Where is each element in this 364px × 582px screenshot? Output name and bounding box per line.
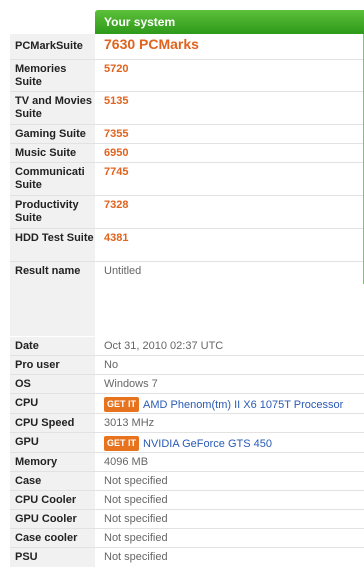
os-label: OS bbox=[10, 375, 95, 394]
row-cpu-speed: CPU Speed 3013 MHz bbox=[0, 414, 364, 433]
row-music: Music Suite 6950 bbox=[0, 144, 364, 163]
tv-movies-label: TV and Movies Suite bbox=[10, 92, 95, 125]
your-system-header: Your system bbox=[95, 10, 364, 34]
case-cooler-label: Case cooler bbox=[10, 529, 95, 548]
pcmark-score: 7630 PCMarks bbox=[95, 34, 364, 60]
cpu-speed-value: 3013 MHz bbox=[95, 414, 364, 433]
cpu-cooler-value: Not specified bbox=[95, 491, 364, 510]
row-date: Date Oct 31, 2010 02:37 UTC bbox=[0, 337, 364, 356]
productivity-score: 7328 bbox=[95, 196, 364, 229]
row-pcmark: PCMarkSuite 7630 PCMarks bbox=[0, 34, 364, 60]
memory-label: Memory bbox=[10, 453, 95, 472]
case-value: Not specified bbox=[95, 472, 364, 491]
row-productivity: Productivity Suite 7328 bbox=[0, 196, 364, 229]
gpu-label: GPU bbox=[10, 433, 95, 453]
hdd-label: HDD Test Suite bbox=[10, 229, 95, 262]
pcmark-label: PCMarkSuite bbox=[10, 34, 95, 60]
cpu-link[interactable]: AMD Phenom(tm) II X6 1075T Processor bbox=[143, 399, 343, 411]
date-value: Oct 31, 2010 02:37 UTC bbox=[95, 337, 364, 356]
cpu-get-it-button[interactable]: GET IT bbox=[104, 397, 139, 412]
row-cpu: CPU GET IT AMD Phenom(tm) II X6 1075T Pro… bbox=[0, 394, 364, 414]
music-label: Music Suite bbox=[10, 144, 95, 163]
row-case-cooler: Case cooler Not specified bbox=[0, 529, 364, 548]
case-label: Case bbox=[10, 472, 95, 491]
row-result-name: Result name Untitled bbox=[0, 262, 364, 286]
row-tv-movies: TV and Movies Suite 5135 bbox=[0, 92, 364, 125]
gaming-score: 7355 bbox=[95, 125, 364, 144]
row-memories: Memories Suite 5720 bbox=[0, 60, 364, 92]
communication-label: Communicati Suite bbox=[10, 163, 95, 196]
result-name-label: Result name bbox=[10, 262, 95, 286]
row-gpu: GPU GET IT NVIDIA GeForce GTS 450 bbox=[0, 433, 364, 453]
os-value: Windows 7 bbox=[95, 375, 364, 394]
cpu-label: CPU bbox=[10, 394, 95, 414]
row-cpu-cooler: CPU Cooler Not specified bbox=[0, 491, 364, 510]
case-cooler-value: Not specified bbox=[95, 529, 364, 548]
row-hdd: HDD Test Suite 4381 bbox=[0, 229, 364, 262]
cpu-cooler-label: CPU Cooler bbox=[10, 491, 95, 510]
pro-user-value: No bbox=[95, 356, 364, 375]
memory-value: 4096 MB bbox=[95, 453, 364, 472]
communication-score: 7745 bbox=[95, 163, 364, 196]
row-pro-user: Pro user No bbox=[0, 356, 364, 375]
row-case: Case Not specified bbox=[0, 472, 364, 491]
psu-value: Not specified bbox=[95, 548, 364, 567]
hdd-score: 4381 bbox=[95, 229, 364, 262]
gpu-cooler-label: GPU Cooler bbox=[10, 510, 95, 529]
memories-label: Memories Suite bbox=[10, 60, 95, 92]
cpu-speed-label: CPU Speed bbox=[10, 414, 95, 433]
productivity-label: Productivity Suite bbox=[10, 196, 95, 229]
date-label: Date bbox=[10, 337, 95, 356]
psu-label: PSU bbox=[10, 548, 95, 567]
row-memory: Memory 4096 MB bbox=[0, 453, 364, 472]
gaming-label: Gaming Suite bbox=[10, 125, 95, 144]
cpu-value-cell: GET IT AMD Phenom(tm) II X6 1075T Process… bbox=[95, 394, 364, 414]
row-os: OS Windows 7 bbox=[0, 375, 364, 394]
gpu-value-cell: GET IT NVIDIA GeForce GTS 450 bbox=[95, 433, 364, 453]
results-header: Your system bbox=[0, 10, 364, 34]
pro-user-label: Pro user bbox=[10, 356, 95, 375]
row-gpu-cooler: GPU Cooler Not specified bbox=[0, 510, 364, 529]
gpu-link[interactable]: NVIDIA GeForce GTS 450 bbox=[143, 438, 272, 450]
gpu-get-it-button[interactable]: GET IT bbox=[104, 436, 139, 451]
spacer-label-column bbox=[10, 286, 95, 336]
row-gaming: Gaming Suite 7355 bbox=[0, 125, 364, 144]
memories-score: 5720 bbox=[95, 60, 364, 92]
gpu-cooler-value: Not specified bbox=[95, 510, 364, 529]
row-communication: Communicati Suite 7745 bbox=[0, 163, 364, 196]
row-psu: PSU Not specified bbox=[0, 548, 364, 567]
music-score: 6950 bbox=[95, 144, 364, 163]
tv-movies-score: 5135 bbox=[95, 92, 364, 125]
result-name-value: Untitled bbox=[95, 262, 364, 286]
